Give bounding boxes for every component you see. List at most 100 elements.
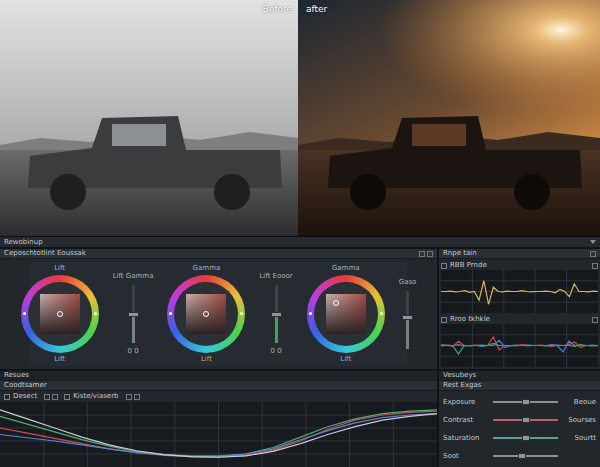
panel-controls: [590, 251, 596, 257]
settings-icon[interactable]: [592, 263, 598, 269]
adjust-slider[interactable]: [493, 434, 558, 442]
adjust-value: Sourtt: [562, 434, 596, 442]
option-checkbox[interactable]: [4, 394, 10, 400]
scope-header: Rroo tkhkle: [441, 315, 598, 324]
wheels-area: LiftLiftLift Gamma0 0GammaLiftLift Eooor…: [30, 262, 407, 366]
panel-header: Coodtsamer: [0, 381, 437, 391]
after-photo: after: [298, 0, 600, 236]
scope-controls: [592, 263, 598, 269]
menu-icon[interactable]: [590, 251, 596, 257]
close-icon[interactable]: [427, 251, 433, 257]
wheel-square[interactable]: [186, 294, 226, 334]
vertical-slider[interactable]: [275, 285, 278, 343]
wheel-square[interactable]: [40, 294, 80, 334]
wheel-puck[interactable]: [203, 311, 209, 317]
ring-marker-icon: [380, 312, 383, 315]
scope-title: RBB Prnde: [450, 261, 487, 270]
option-label: Kiste/viaserb: [73, 392, 118, 401]
slider-handle[interactable]: [402, 315, 413, 320]
slider-handle[interactable]: [128, 312, 139, 317]
panel-title: Coodtsamer: [4, 381, 47, 390]
slider-handle[interactable]: [522, 417, 530, 423]
slider-label: Lift Eooor: [259, 272, 292, 281]
ring-marker-icon: [240, 312, 243, 315]
color-grading-app: BeforeafterRewobinupCeposchtotlint Eouss…: [0, 0, 600, 467]
vertical-slider[interactable]: [132, 285, 135, 343]
curve-line[interactable]: [0, 410, 437, 457]
before-photo: Before: [0, 0, 298, 236]
option-controls: [126, 394, 140, 400]
slider-fill: [275, 314, 278, 343]
wheel-center: [314, 282, 378, 346]
adjust-row: ContrastSourses: [443, 415, 596, 425]
pin-icon[interactable]: [419, 251, 425, 257]
adjust-label: Saturation: [443, 434, 489, 442]
vertical-slider-group: Lift Gamma0 0: [113, 272, 154, 356]
adjust-slider[interactable]: [493, 416, 558, 424]
toggle-icon[interactable]: [44, 394, 50, 400]
toggle-icon[interactable]: [126, 394, 132, 400]
wheel-top-label: Lift: [54, 264, 65, 273]
color-wheel[interactable]: [21, 275, 99, 353]
toggle-icon[interactable]: [52, 394, 58, 400]
slider-handle[interactable]: [271, 312, 282, 317]
wheel-puck[interactable]: [57, 311, 63, 317]
adjustments-panel: VesubeysRest Exgas Exposure Beoue ContrastS…: [439, 371, 600, 467]
wheel-puck[interactable]: [333, 300, 339, 306]
wheel-center: [174, 282, 238, 346]
option-checkbox[interactable]: [64, 394, 70, 400]
panel-header: Rnpe tain: [439, 249, 600, 259]
color-wheel[interactable]: [307, 275, 385, 353]
before-label: Before: [263, 4, 292, 14]
ring-marker-icon: [309, 312, 312, 315]
adjust-value: Sourses: [562, 416, 596, 424]
app-title: Rewobinup: [4, 238, 43, 246]
scope-title: Rroo tkhkle: [450, 315, 490, 324]
curve-line[interactable]: [0, 414, 437, 456]
adjust-slider[interactable]: [493, 398, 558, 406]
toggle-icon[interactable]: [134, 394, 140, 400]
wheel-bottom-label: Lift: [340, 355, 351, 364]
color-wheel-group: GammaLift: [167, 264, 245, 364]
slider-handle[interactable]: [522, 399, 530, 405]
scope-controls: [592, 317, 598, 323]
color-wheels-panel: Ceposchtotlint EoussakLiftLiftLift Gamma…: [0, 249, 437, 369]
scope-header: RBB Prnde: [441, 261, 598, 270]
grading-workspace: RewobinupCeposchtotlint EoussakLiftLiftL…: [0, 236, 600, 467]
curve-option[interactable]: Desect: [4, 392, 58, 401]
wheel-top-label: Gamma: [332, 264, 360, 273]
curves-graph[interactable]: [0, 402, 437, 467]
scopes-list: RBB Prnde Rroo tkhkle: [439, 259, 600, 369]
before-after-viewer: Before after: [0, 0, 600, 236]
wheel-bottom-label: Lift: [54, 355, 65, 364]
adjust-label: Soot: [443, 452, 489, 460]
panel-title: Rnpe tain: [443, 249, 477, 258]
adjust-row: Soot: [443, 451, 596, 461]
panel-title: Rest Exgas: [443, 381, 481, 390]
adjust-label: Exposure: [443, 398, 489, 406]
settings-icon[interactable]: [592, 317, 598, 323]
wheel-square[interactable]: [326, 294, 366, 334]
adjust-slider[interactable]: [493, 452, 558, 460]
slider-reading: 0 0: [271, 347, 282, 356]
slider-reading: 0 0: [127, 347, 138, 356]
vertical-slider[interactable]: [406, 291, 409, 349]
section-header: Vesubeys: [439, 371, 600, 381]
app-bar: Rewobinup: [0, 237, 600, 248]
slider-label: Gaso: [399, 278, 417, 287]
color-wheel[interactable]: [167, 275, 245, 353]
section-header: Resues: [0, 371, 437, 381]
adjust-value: Beoue: [562, 398, 596, 406]
slider-handle[interactable]: [518, 453, 526, 459]
scope-trace: [441, 281, 598, 305]
curve-option[interactable]: Kiste/viaserb: [64, 392, 139, 401]
scopes-panel: Rnpe tain RBB Prnde Rroo tkhkle: [439, 249, 600, 369]
curve-line[interactable]: [0, 410, 437, 457]
curve-line[interactable]: [0, 411, 437, 457]
collapse-icon[interactable]: [590, 240, 596, 244]
scope-plot: [441, 324, 598, 367]
slider-handle[interactable]: [522, 435, 530, 441]
scope-checkbox[interactable]: [441, 317, 447, 323]
scope-checkbox[interactable]: [441, 263, 447, 269]
scope: RBB Prnde: [441, 261, 598, 313]
